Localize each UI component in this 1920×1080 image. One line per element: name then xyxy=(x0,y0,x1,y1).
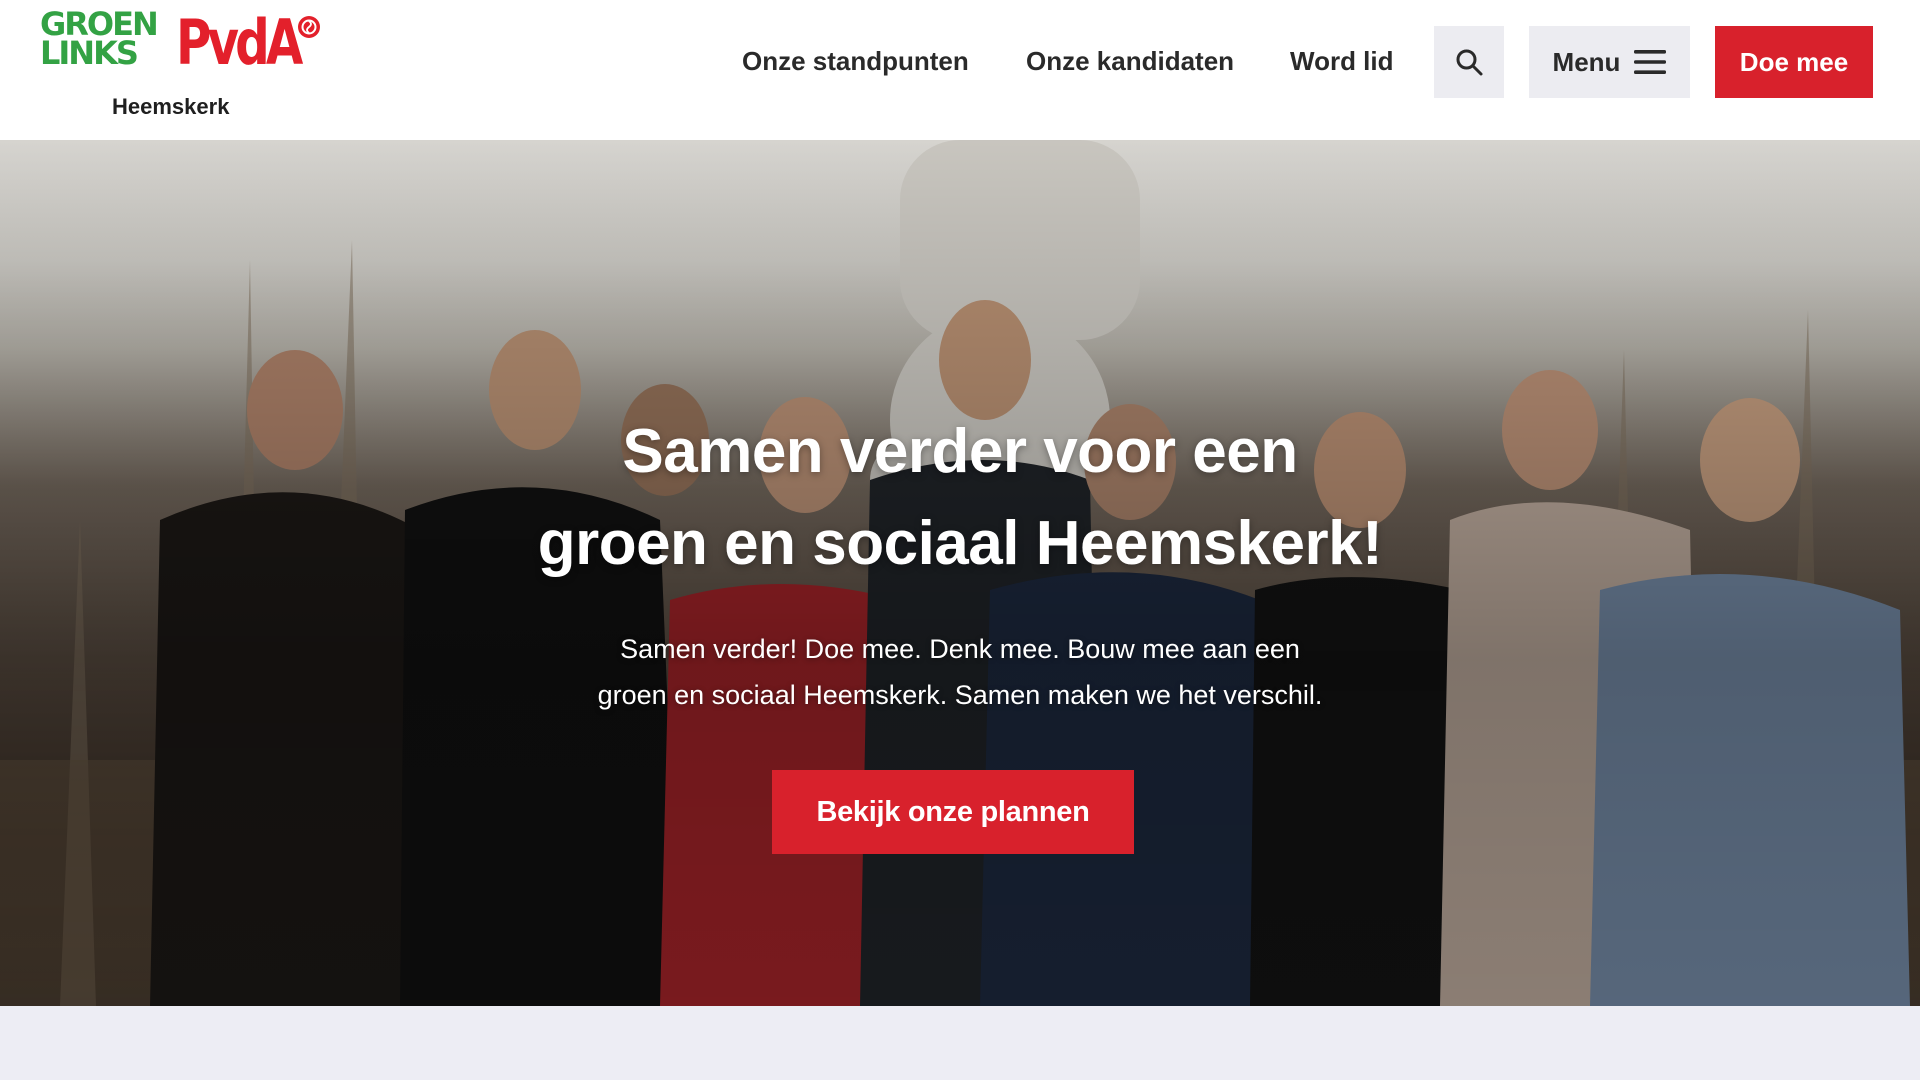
search-button[interactable] xyxy=(1434,26,1504,98)
logo-location: Heemskerk xyxy=(112,94,230,119)
next-section-band xyxy=(0,1006,1920,1080)
nav-link-onze-kandidaten[interactable]: Onze kandidaten xyxy=(1026,46,1234,77)
search-icon xyxy=(1456,49,1483,76)
logo-groenlinks-wordmark: GROEN LINKS xyxy=(40,5,159,72)
site-logo[interactable]: GROEN LINKS PvdA Heemskerk xyxy=(40,5,330,120)
hero-title: Samen verder voor een groen en sociaal H… xyxy=(537,417,1383,578)
nav-link-word-lid[interactable]: Word lid xyxy=(1290,46,1394,77)
doe-mee-button[interactable]: Doe mee xyxy=(1715,26,1873,98)
menu-label: Menu xyxy=(1552,46,1621,77)
hero-section: Samen verder voor een groen en sociaal H… xyxy=(0,140,1920,1006)
site-header: GROEN LINKS PvdA Heemskerk Onze standpun… xyxy=(0,0,1920,140)
nav-link-onze-standpunten[interactable]: Onze standpunten xyxy=(742,46,969,77)
bekijk-onze-plannen-button[interactable]: Bekijk onze plannen xyxy=(772,770,1134,854)
hamburger-icon xyxy=(1634,50,1667,74)
logo-pvda-wordmark: PvdA xyxy=(176,6,303,79)
menu-button[interactable]: Menu xyxy=(1529,26,1690,98)
rose-icon xyxy=(298,16,320,38)
hero-subtitle: Samen verder! Doe mee. Denk mee. Bouw me… xyxy=(597,634,1323,710)
